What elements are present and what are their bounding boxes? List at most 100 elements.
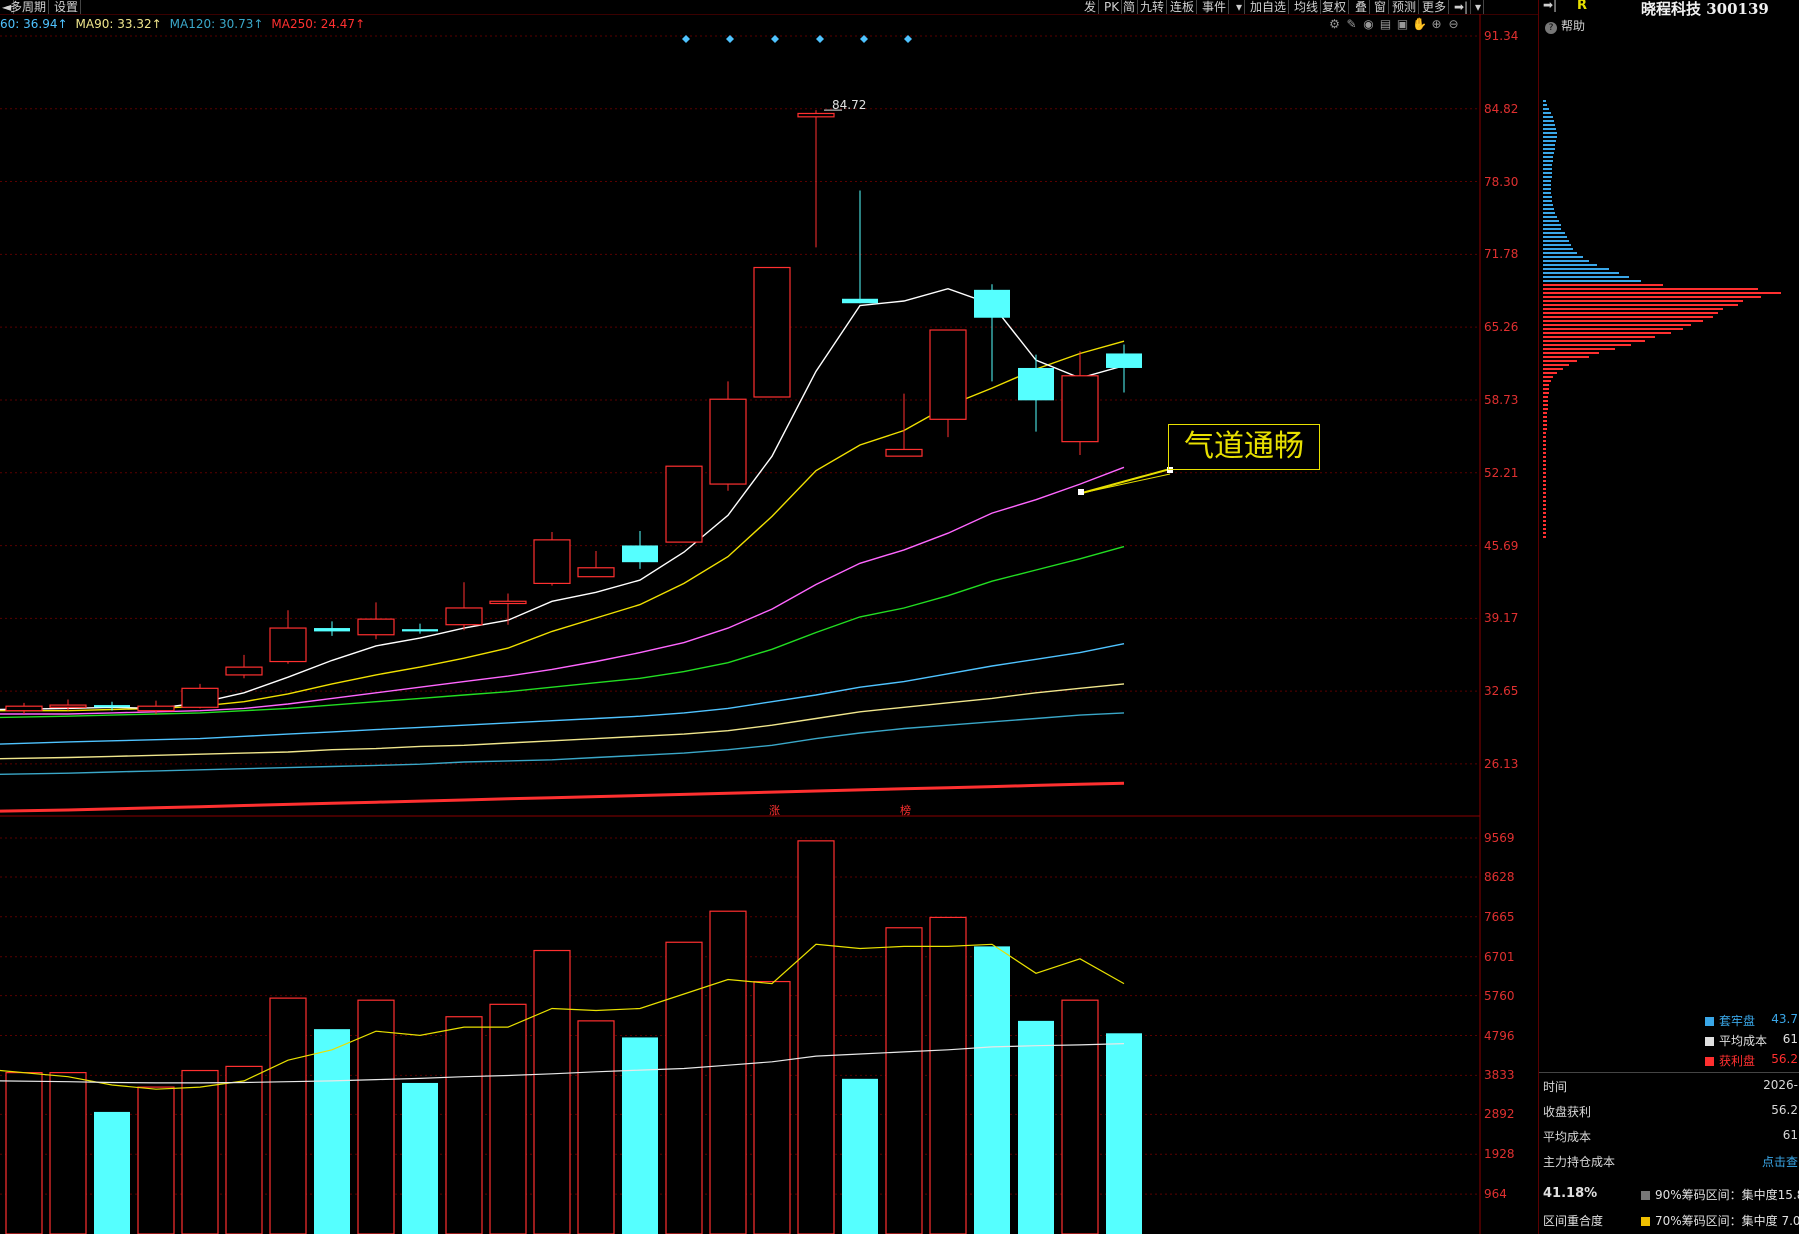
- chip-bar: [1543, 192, 1551, 194]
- candle-body: [137, 705, 175, 712]
- chip-bar: [1543, 276, 1629, 278]
- chip-bar: [1543, 104, 1547, 106]
- volume-bar: [974, 946, 1010, 1234]
- chip-bar: [1543, 204, 1553, 206]
- annotation-label[interactable]: 气道通畅: [1168, 424, 1320, 470]
- volume-bar: [709, 910, 747, 1234]
- volume-bar: [753, 980, 791, 1234]
- candle-body: [1018, 367, 1054, 401]
- candle-body: [49, 704, 87, 708]
- help-icon: ?: [1545, 22, 1557, 34]
- event-marker-zhang[interactable]: 涨: [769, 802, 780, 818]
- chip-bar: [1543, 240, 1569, 242]
- chip-legend-swatch: [1705, 1057, 1714, 1066]
- candle-body: [577, 567, 615, 578]
- candle-body: [709, 398, 747, 485]
- candle-body: [181, 687, 219, 708]
- chip-legend-value: 56.2: [1771, 1052, 1798, 1066]
- volume-bar: [225, 1065, 263, 1234]
- candle-body: [402, 629, 438, 632]
- chip-bar: [1543, 252, 1577, 254]
- chip-bar: [1543, 228, 1561, 230]
- info-row-label: 时间: [1543, 1080, 1568, 1094]
- ma20-line: [0, 466, 1125, 715]
- chip-bar: [1543, 396, 1548, 398]
- volume-bar: [357, 999, 395, 1234]
- event-marker-bang[interactable]: 榜: [900, 802, 911, 818]
- chip-bar: [1543, 124, 1555, 126]
- divider: [1539, 1072, 1799, 1073]
- ma120-line: [0, 712, 1125, 775]
- chip-legend-label: 获利盘: [1719, 1054, 1756, 1068]
- chip-bar: [1543, 420, 1547, 422]
- chip-bar: [1543, 520, 1546, 522]
- price-axis-label: 52.21: [1484, 465, 1519, 480]
- chip-bar: [1543, 360, 1577, 362]
- volume-axis-label: 964: [1484, 1187, 1507, 1202]
- price-axis-label: 58.73: [1484, 393, 1519, 407]
- chip-bar: [1543, 200, 1552, 202]
- info-row-value[interactable]: 点击查: [1762, 1153, 1798, 1170]
- chip-bar: [1543, 316, 1713, 318]
- chip-legend-item: 获利盘 56.2: [1705, 1052, 1799, 1069]
- candle-body: [225, 666, 263, 676]
- chip-bar: [1543, 436, 1546, 438]
- chip-bar: [1543, 340, 1645, 342]
- chip-bar: [1543, 524, 1546, 526]
- volume-bar: [797, 840, 835, 1234]
- chip-bar: [1543, 532, 1546, 534]
- candle-body: [665, 465, 703, 543]
- chip-legend-item: 套牢盘 43.7: [1705, 1012, 1799, 1029]
- chip-bar: [1543, 164, 1552, 166]
- price-axis-label: 26.13: [1484, 756, 1519, 771]
- chip-bar: [1543, 224, 1561, 226]
- chip-bar: [1543, 444, 1546, 446]
- chip-bar: [1543, 416, 1547, 418]
- volume-bar: [1061, 999, 1099, 1234]
- chip-bar: [1543, 236, 1567, 238]
- chip-bar: [1543, 244, 1571, 246]
- chip-bar: [1543, 208, 1554, 210]
- chip-legend-value: 61: [1782, 1032, 1798, 1046]
- chip-bar: [1543, 392, 1549, 394]
- kline-chart[interactable]: [0, 0, 1538, 1234]
- volume-bar: [665, 941, 703, 1234]
- chip-bar: [1543, 272, 1619, 274]
- chip-bar: [1543, 528, 1546, 530]
- collapse-arrow-icon[interactable]: ➡|: [1543, 0, 1557, 12]
- chip-bar: [1543, 304, 1738, 306]
- candle-body: [622, 545, 658, 563]
- chip-bar: [1543, 140, 1556, 142]
- volume-bar: [269, 997, 307, 1234]
- help-link[interactable]: ? 帮助: [1545, 17, 1585, 34]
- volume-bar: [137, 1086, 175, 1234]
- candle-body: [94, 705, 130, 708]
- chip-bar: [1543, 296, 1761, 298]
- range70-text: 70%筹码区间：集中度 7.0: [1655, 1214, 1799, 1228]
- candle-body: [974, 289, 1010, 318]
- chip-bar: [1543, 492, 1546, 494]
- chip-bar: [1543, 500, 1546, 502]
- chip-bar: [1543, 176, 1552, 178]
- chip-bar: [1543, 348, 1615, 350]
- chip-bar: [1543, 452, 1546, 454]
- chip-bar: [1543, 300, 1743, 302]
- chip-bar: [1543, 384, 1549, 386]
- candle-body: [797, 112, 835, 118]
- ma250-line: [0, 781, 1125, 813]
- candle-body: [314, 628, 350, 632]
- signal-diamond: [682, 35, 690, 43]
- volume-bar: [929, 916, 967, 1234]
- ma60-line: [0, 643, 1125, 745]
- volume-bar: [314, 1029, 350, 1234]
- chip-bar: [1543, 336, 1655, 338]
- range70: 70%筹码区间：集中度 7.0: [1641, 1212, 1799, 1229]
- chip-bar: [1543, 380, 1551, 382]
- volume-axis-label: 9569: [1484, 831, 1515, 845]
- chip-bar: [1543, 184, 1551, 186]
- range90-text: 90%筹码区间：集中度15.8: [1655, 1188, 1799, 1202]
- chip-bar: [1543, 388, 1549, 390]
- chip-bar: [1543, 508, 1546, 510]
- volume-bar: [5, 1072, 43, 1234]
- info-row-label: 主力持仓成本: [1543, 1155, 1616, 1169]
